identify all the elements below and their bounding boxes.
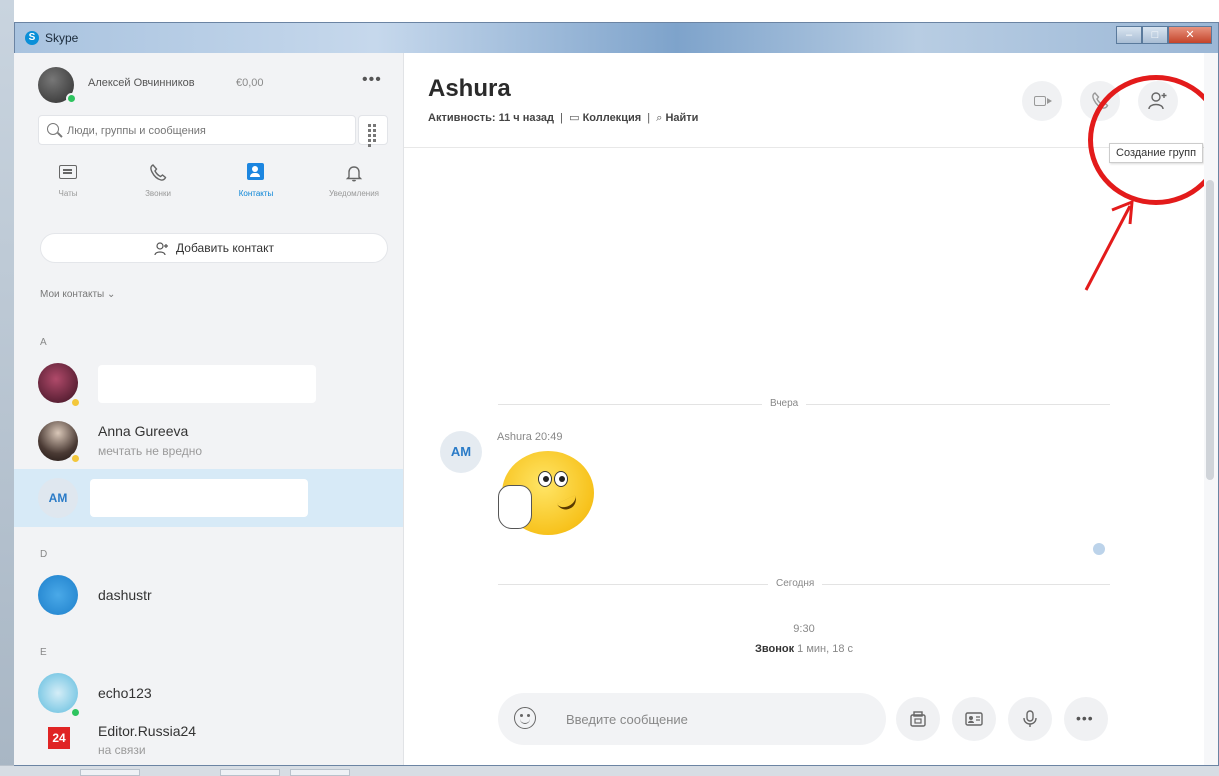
taskbar	[0, 765, 1219, 776]
more-options-button[interactable]: •••	[1064, 697, 1108, 741]
presence-away-icon	[70, 453, 81, 464]
section-letter: E	[40, 647, 47, 658]
contact-row[interactable]: Anna Gureeva мечтать не вредно	[14, 413, 403, 471]
avatar: AM	[38, 478, 78, 518]
contact-card-icon	[965, 712, 983, 726]
bell-icon	[344, 163, 364, 183]
microphone-icon	[1023, 710, 1037, 727]
my-contacts-dropdown[interactable]: Мои контакты ⌄	[40, 289, 115, 300]
redacted-name	[98, 365, 316, 403]
search-icon	[47, 123, 59, 135]
contact-row[interactable]: AM	[14, 469, 403, 527]
more-options-icon[interactable]: •••	[362, 71, 382, 89]
tab-label: Контакты	[238, 189, 274, 198]
close-button[interactable]: ✕	[1168, 26, 1212, 44]
search-icon: ⌕	[656, 112, 663, 124]
contact-name: dashustr	[98, 587, 152, 603]
video-call-button[interactable]	[1022, 81, 1062, 121]
activity-status: Активность: 11 ч назад	[428, 112, 555, 124]
more-dots-icon: •••	[1076, 710, 1094, 726]
contact-name: Anna Gureeva	[98, 423, 189, 439]
collection-link[interactable]: Коллекция	[583, 112, 642, 124]
chevron-down-icon: ⌄	[107, 289, 116, 300]
emoji-eye	[538, 471, 552, 487]
emoji-eye	[554, 471, 568, 487]
message-composer	[498, 693, 886, 745]
conversation-title: Ashura	[428, 75, 511, 102]
tab-label: Уведомления	[328, 189, 380, 198]
file-icon	[910, 711, 926, 727]
tab-notifications[interactable]: Уведомления	[314, 163, 394, 211]
contact-name: Editor.Russia24	[98, 723, 197, 739]
contact-name: echo123	[98, 685, 152, 701]
date-divider-label: Сегодня	[768, 578, 823, 589]
title-bar[interactable]: S Skype – □ ✕	[15, 23, 1218, 53]
avatar	[38, 575, 78, 615]
chat-icon	[58, 163, 78, 183]
section-letter: D	[40, 549, 48, 560]
maximize-button[interactable]: □	[1142, 26, 1168, 44]
emoji-mouth	[556, 495, 580, 513]
call-time: 9:30	[793, 623, 815, 635]
presence-online-icon	[66, 93, 77, 104]
window-controls: – □ ✕	[1116, 26, 1212, 46]
message-meta: Ashura 20:49	[497, 431, 563, 443]
sender-avatar[interactable]: AM	[440, 431, 482, 473]
tab-label: Звонки	[145, 189, 171, 198]
find-link[interactable]: Найти	[665, 112, 698, 124]
contact-row[interactable]	[14, 355, 403, 413]
my-contacts-label: Мои контакты	[40, 289, 105, 300]
gallery-icon: ▭	[569, 112, 580, 124]
call-label: Звонок	[754, 643, 795, 655]
call-duration: 1 мин, 18 с	[797, 643, 854, 655]
conversation-meta: Активность: 11 ч назад | ▭ Коллекция | ⌕…	[428, 112, 699, 124]
taskbar-button[interactable]	[80, 769, 140, 776]
tab-contacts[interactable]: Контакты	[216, 163, 296, 211]
russia24-logo-icon: 24	[48, 727, 70, 749]
add-contact-button[interactable]: Добавить контакт	[40, 233, 388, 263]
wave-emoji-sticker[interactable]	[498, 451, 594, 535]
nav-tabs: Чаты Звонки Контакты Уведомления	[28, 163, 398, 211]
tab-chats[interactable]: Чаты	[28, 163, 108, 211]
add-contact-label: Добавить контакт	[176, 241, 274, 255]
header-divider	[404, 147, 1204, 148]
sidebar: Алексей Овчинников €0,00 ••• Чаты Звонки…	[14, 53, 404, 765]
window-title: Skype	[45, 31, 79, 45]
dialpad-button[interactable]	[358, 115, 388, 147]
read-receipt-icon	[1093, 543, 1105, 555]
search-input[interactable]	[65, 122, 345, 140]
search-box[interactable]	[38, 115, 356, 145]
tab-calls[interactable]: Звонки	[118, 163, 198, 211]
redacted-name	[90, 479, 308, 517]
add-person-icon	[154, 242, 169, 256]
section-letter: A	[40, 337, 47, 348]
profile-balance[interactable]: €0,00	[236, 77, 264, 89]
contacts-icon	[246, 163, 266, 183]
video-camera-icon	[1034, 96, 1052, 106]
desktop-edge	[0, 0, 14, 776]
contact-row[interactable]: dashustr	[14, 567, 403, 625]
presence-away-icon	[70, 397, 81, 408]
attach-file-button[interactable]	[896, 697, 940, 741]
taskbar-button[interactable]	[220, 769, 280, 776]
phone-icon	[148, 163, 168, 183]
taskbar-button[interactable]	[290, 769, 350, 776]
minimize-button[interactable]: –	[1116, 26, 1142, 44]
emoji-hand	[498, 485, 532, 529]
tab-label: Чаты	[58, 189, 78, 198]
contact-row[interactable]: 24 Editor.Russia24 на связи	[14, 715, 403, 765]
profile-name[interactable]: Алексей Овчинников	[88, 77, 195, 89]
voice-message-button[interactable]	[1008, 697, 1052, 741]
scrollbar-thumb[interactable]	[1206, 180, 1214, 480]
call-info: Звонок 1 мин, 18 с	[404, 643, 1204, 655]
contact-status: на связи	[98, 743, 146, 757]
skype-logo-icon: S	[25, 31, 39, 45]
date-divider-label: Вчера	[762, 398, 807, 409]
conversation-pane: Ashura Активность: 11 ч назад | ▭ Коллек…	[404, 53, 1204, 765]
contact-status: мечтать не вредно	[98, 444, 203, 458]
emoji-icon[interactable]	[514, 707, 536, 729]
send-contact-button[interactable]	[952, 697, 996, 741]
message-input[interactable]	[564, 709, 864, 729]
red-arrow-annotation	[1084, 199, 1134, 291]
